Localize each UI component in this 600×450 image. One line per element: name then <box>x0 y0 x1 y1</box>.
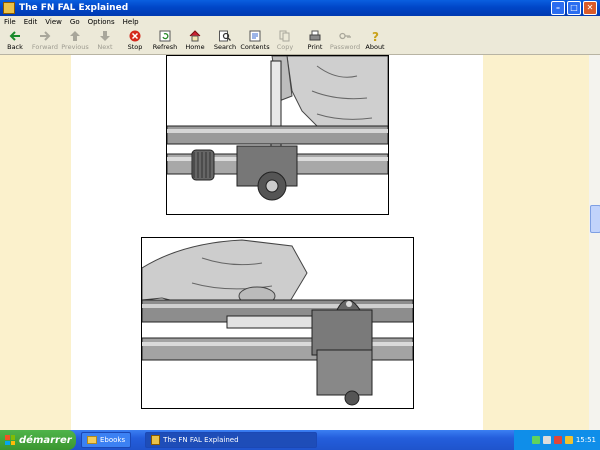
forward-button[interactable]: Forward <box>30 28 60 54</box>
menu-view[interactable]: View <box>41 18 66 26</box>
folder-icon <box>87 436 97 444</box>
next-icon <box>99 30 111 42</box>
minimize-button[interactable]: – <box>551 1 565 15</box>
maximize-button[interactable]: □ <box>567 1 581 15</box>
scrollbar-thumb[interactable] <box>590 205 600 233</box>
security-icon[interactable] <box>553 436 562 444</box>
volume-icon[interactable] <box>542 436 551 444</box>
clock[interactable]: 15:51 <box>576 436 596 444</box>
next-button[interactable]: Next <box>90 28 120 54</box>
system-tray: 15:51 <box>514 430 600 450</box>
menu-options[interactable]: Options <box>84 18 119 26</box>
menu-bar: File Edit View Go Options Help <box>0 16 600 28</box>
ebook-app-icon <box>151 435 161 445</box>
illustration-gas-piston-removal <box>141 237 414 409</box>
window-title: The FN FAL Explained <box>19 3 129 13</box>
svg-text:?: ? <box>372 30 379 42</box>
taskbar-item-ebooks[interactable]: Ebooks <box>81 432 132 448</box>
vertical-scrollbar[interactable] <box>589 55 600 430</box>
menu-go[interactable]: Go <box>66 18 84 26</box>
document-viewport[interactable] <box>0 55 589 430</box>
document-page <box>71 55 483 430</box>
menu-file[interactable]: File <box>0 18 20 26</box>
toolbar: Back Forward Previous Next Stop Refresh … <box>0 28 600 55</box>
copy-icon <box>279 30 291 42</box>
window-title-bar[interactable]: The FN FAL Explained – □ ✕ <box>0 0 600 16</box>
refresh-icon <box>159 30 171 42</box>
back-arrow-icon <box>9 30 21 42</box>
network-icon[interactable] <box>531 436 540 444</box>
menu-edit[interactable]: Edit <box>20 18 42 26</box>
refresh-button[interactable]: Refresh <box>150 28 180 54</box>
illustration-gas-block-adjustment <box>166 55 389 215</box>
contents-icon <box>249 30 261 42</box>
taskbar-item-fn-fal[interactable]: The FN FAL Explained <box>145 432 318 448</box>
menu-help[interactable]: Help <box>119 18 143 26</box>
search-icon <box>219 30 231 42</box>
home-button[interactable]: Home <box>180 28 210 54</box>
forward-arrow-icon <box>39 30 51 42</box>
about-button[interactable]: ? About <box>360 28 390 54</box>
previous-icon <box>69 30 81 42</box>
start-button[interactable]: démarrer <box>0 430 76 450</box>
about-icon: ? <box>369 30 381 42</box>
password-key-icon <box>339 30 351 42</box>
stop-button[interactable]: Stop <box>120 28 150 54</box>
copy-button[interactable]: Copy <box>270 28 300 54</box>
home-icon <box>189 30 201 42</box>
back-button[interactable]: Back <box>0 28 30 54</box>
password-button[interactable]: Password <box>330 28 360 54</box>
print-button[interactable]: Print <box>300 28 330 54</box>
taskbar: démarrer Ebooks The FN FAL Explained FR … <box>0 430 600 450</box>
tray-app-icon[interactable] <box>564 436 573 444</box>
previous-button[interactable]: Previous <box>60 28 90 54</box>
windows-logo-icon <box>5 435 15 445</box>
stop-icon <box>129 30 141 42</box>
search-button[interactable]: Search <box>210 28 240 54</box>
print-icon <box>309 30 321 42</box>
contents-button[interactable]: Contents <box>240 28 270 54</box>
close-button[interactable]: ✕ <box>583 1 597 15</box>
ebook-app-icon <box>3 2 15 14</box>
